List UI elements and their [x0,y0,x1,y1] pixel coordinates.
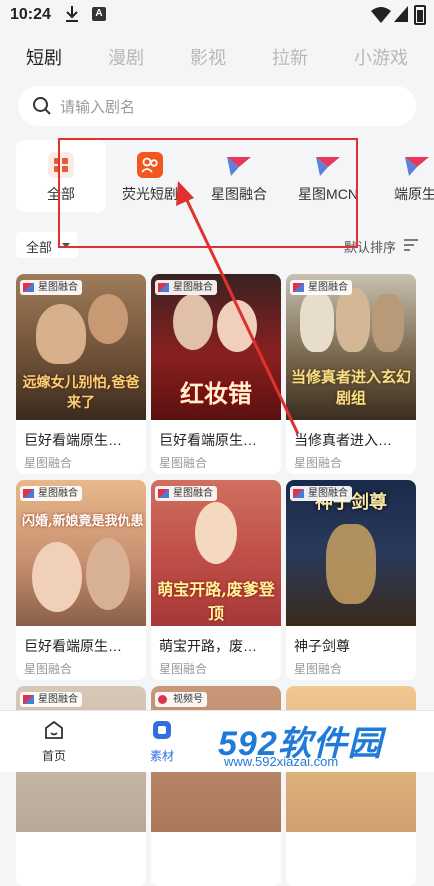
people-icon [137,152,163,178]
bottom-nav: 首页 素材 [0,710,434,772]
figure-shape [86,538,130,610]
figure-shape [36,304,86,364]
drama-source: 星图融合 [294,456,343,470]
drama-card[interactable]: 萌宝开路,废爹登顶 星图融合 萌宝开路，废… 星图融合 [151,480,281,680]
platform-badge: 星图融合 [155,280,217,295]
tab-short-drama[interactable]: 短剧 [26,44,62,70]
platform-badge: 星图融合 [20,692,82,707]
xingtu-logo-icon [227,157,251,176]
category-row: 全部 荧光短剧 星图融合 星图MCN 端原生 [0,140,434,212]
tab-film-tv[interactable]: 影视 [190,44,226,70]
category-label: 星图MCN [298,186,358,202]
battery-icon [414,5,426,25]
poster-title-art: 闪婚,新娘竟是我仇患 [22,514,144,529]
xingtu-logo-icon [316,157,340,176]
platform-badge: 星图融合 [155,486,217,501]
category-label: 星图融合 [211,186,267,202]
platform-badge: 星图融合 [20,280,82,295]
category-yingguang[interactable]: 荧光短剧 [105,140,195,212]
xingtu-logo-icon [405,157,429,176]
figure-shape [32,542,82,612]
search-bar[interactable] [18,86,416,128]
figure-shape [173,294,213,350]
drama-title: 巨好看端原生… [24,432,122,448]
drama-title: 巨好看端原生… [24,638,122,654]
nav-label: 素材 [149,749,174,763]
category-label: 荧光短剧 [122,186,178,202]
tab-comic-drama[interactable]: 漫剧 [108,44,144,70]
download-icon [66,6,78,22]
search-icon [33,97,51,115]
figure-shape [300,292,334,352]
nav-material[interactable]: 素材 [132,719,192,764]
home-icon [45,720,63,739]
caret-down-icon [62,243,70,248]
poster-title-art: 红妆错 [180,379,252,408]
drama-source: 星图融合 [24,456,73,470]
drama-card[interactable]: 当修真者进入玄幻剧组 星图融合 当修真者进入… 星图融合 [286,274,416,474]
top-tabs: 短剧 漫剧 影视 拉新 小游戏 [0,44,434,74]
figure-shape [195,502,237,564]
platform-badge: 星图融合 [290,280,352,295]
category-xingtu-mcn[interactable]: 星图MCN [283,140,373,212]
poster-image: 神子剑尊 [286,480,416,626]
poster-image: 闪婚,新娘竟是我仇患 [16,480,146,626]
drama-title: 当修真者进入… [294,432,392,448]
drama-card[interactable]: 神子剑尊 星图融合 神子剑尊 星图融合 [286,480,416,680]
category-label: 端原生 [394,186,434,202]
filter-dropdown[interactable]: 全部 [16,232,78,258]
platform-badge: 星图融合 [20,486,82,501]
search-input[interactable] [58,86,402,128]
status-time: 10:24 [10,6,51,23]
nav-home[interactable]: 首页 [24,719,84,764]
sort-lines-icon[interactable] [403,238,419,252]
category-native[interactable]: 端原生 [372,140,434,212]
drama-title: 神子剑尊 [294,638,350,654]
figure-shape [88,294,128,344]
figure-shape [336,288,370,352]
grid-icon [48,152,74,178]
drama-source: 星图融合 [159,662,208,676]
platform-badge: 星图融合 [290,486,352,501]
wifi-icon [371,7,391,23]
drama-source: 星图融合 [159,456,208,470]
signal-icon [394,6,408,22]
figure-shape [217,300,257,352]
material-icon [153,721,171,739]
figure-shape [372,294,404,352]
drama-title: 巨好看端原生… [159,432,257,448]
poster-title-art: 当修真者进入玄幻剧组 [290,368,411,407]
drama-card[interactable]: 闪婚,新娘竟是我仇患 星图融合 巨好看端原生… 星图融合 [16,480,146,680]
drama-source: 星图融合 [294,662,343,676]
drama-card[interactable]: 远嫁女儿别怕,爸爸来了 星图融合 巨好看端原生… 星图融合 [16,274,146,474]
app-notification-icon: A [92,7,106,21]
platform-badge: 视频号 [155,692,207,707]
drama-card[interactable]: 红妆错 星图融合 巨好看端原生… 星图融合 [151,274,281,474]
tab-user-acquisition[interactable]: 拉新 [272,44,308,70]
poster-image: 红妆错 [151,274,281,420]
poster-image: 远嫁女儿别怕,爸爸来了 [16,274,146,420]
poster-title-art: 萌宝开路,废爹登顶 [157,580,275,623]
category-all[interactable]: 全部 [16,140,106,212]
category-label: 全部 [47,186,75,202]
sort-button[interactable]: 默认排序 [344,237,396,256]
poster-image: 当修真者进入玄幻剧组 [286,274,416,420]
drama-source: 星图融合 [24,662,73,676]
status-bar: 10:24 A [0,0,434,30]
filter-selected: 全部 [26,240,53,255]
figure-shape [326,524,376,604]
nav-label: 首页 [41,749,66,763]
poster-image: 萌宝开路,废爹登顶 [151,480,281,626]
poster-title-art: 远嫁女儿别怕,爸爸来了 [22,375,140,411]
category-xingtu-fusion[interactable]: 星图融合 [194,140,284,212]
tab-mini-games[interactable]: 小游戏 [354,44,408,70]
drama-title: 萌宝开路，废… [159,638,257,654]
